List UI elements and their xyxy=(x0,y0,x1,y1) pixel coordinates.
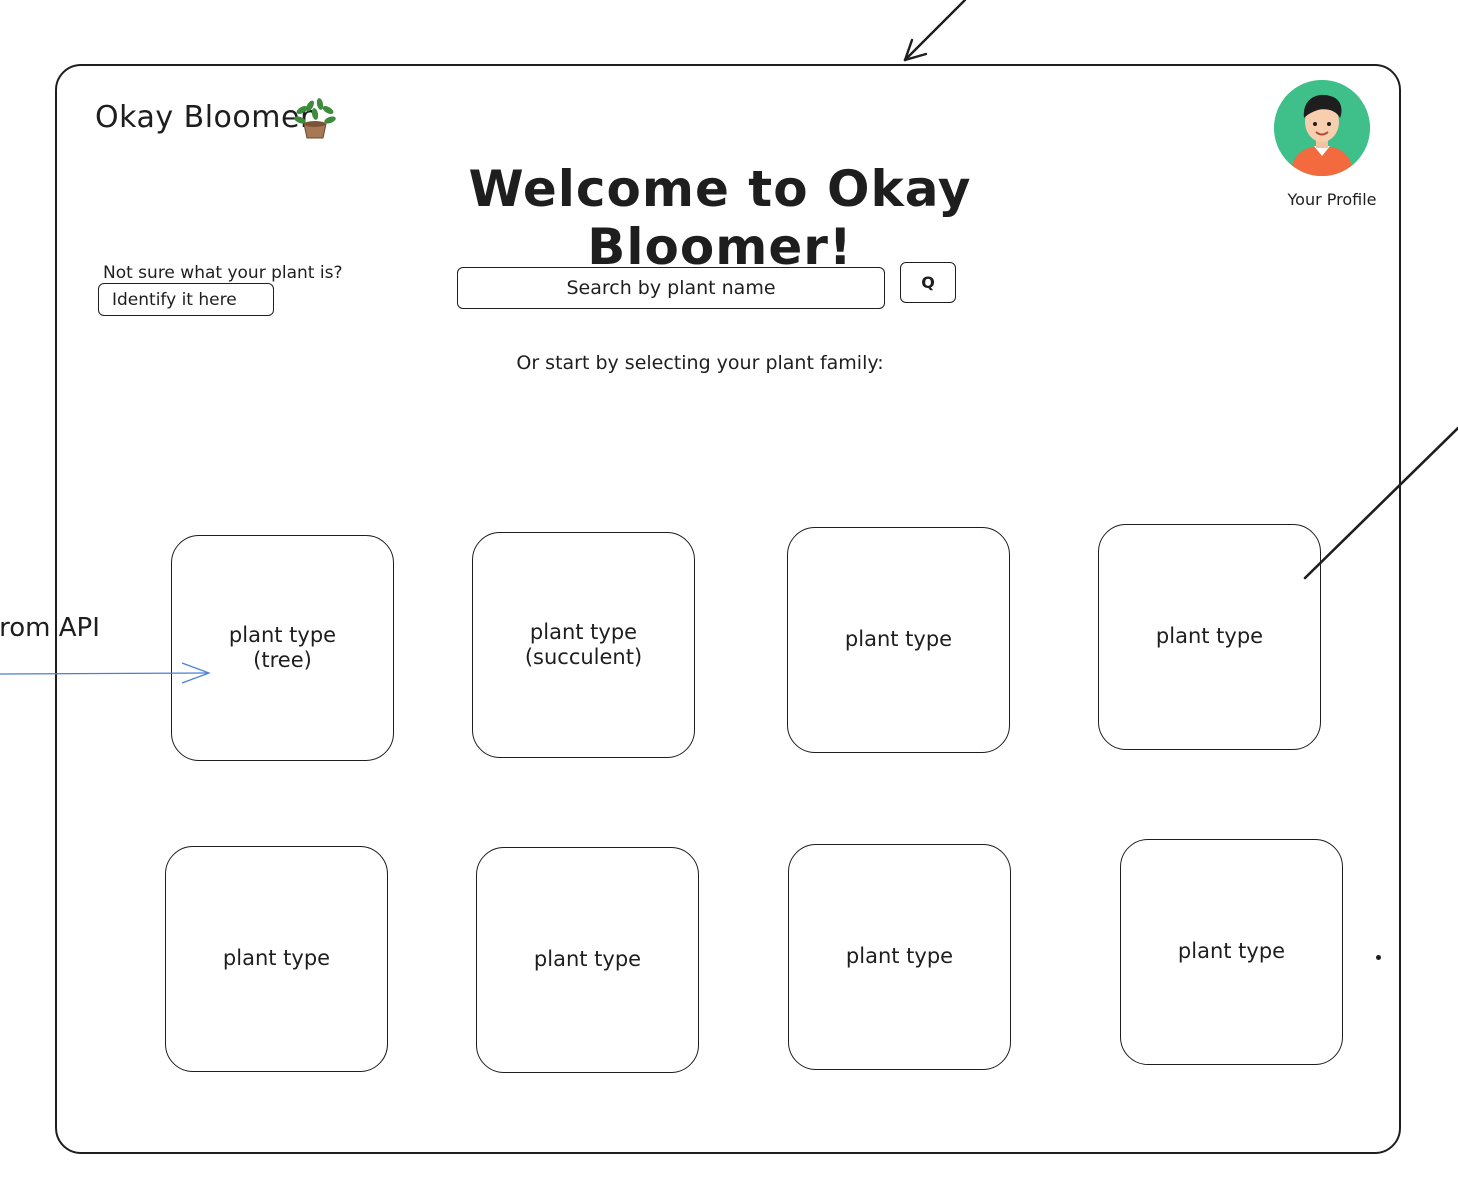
potted-plant-icon xyxy=(292,98,338,140)
profile-avatar-icon xyxy=(1274,80,1370,176)
plant-family-card[interactable]: plant type (tree) xyxy=(171,535,394,761)
plant-family-card[interactable]: plant type xyxy=(1098,524,1321,750)
plant-family-card-label: plant type xyxy=(1177,939,1286,964)
family-prompt: Or start by selecting your plant family: xyxy=(516,352,884,374)
plant-family-card-label: plant type xyxy=(845,944,954,969)
plant-family-card[interactable]: plant type xyxy=(476,847,699,1073)
app-logo-text[interactable]: Okay Bloomer xyxy=(95,100,313,135)
plant-family-card[interactable]: plant type xyxy=(165,846,388,1072)
api-annotation-label: from API xyxy=(0,613,100,643)
plant-family-card[interactable]: plant type xyxy=(1120,839,1343,1065)
identify-button[interactable]: Identify it here xyxy=(98,283,274,316)
plant-family-card-label: plant type xyxy=(1155,624,1264,649)
profile-label[interactable]: Your Profile xyxy=(1262,190,1402,209)
plant-family-card[interactable]: plant type (succulent) xyxy=(472,532,695,758)
plant-family-card-label: plant type xyxy=(222,946,331,971)
stray-dot xyxy=(1376,955,1381,960)
plant-family-card-label: plant type xyxy=(533,947,642,972)
search-input[interactable]: Search by plant name xyxy=(457,267,885,309)
plant-family-card-label: plant type xyxy=(844,627,953,652)
identify-prompt: Not sure what your plant is? xyxy=(103,263,343,283)
plant-family-card[interactable]: plant type xyxy=(787,527,1010,753)
page-title: Welcome to Okay Bloomer! xyxy=(468,160,972,276)
plant-family-card-label: plant type (tree) xyxy=(228,622,337,672)
top-arrow xyxy=(903,0,967,62)
plant-family-card[interactable]: plant type xyxy=(788,844,1011,1070)
avatar[interactable] xyxy=(1274,80,1370,176)
plant-family-card-label: plant type (succulent) xyxy=(524,619,643,669)
search-button[interactable]: Q xyxy=(900,262,956,303)
